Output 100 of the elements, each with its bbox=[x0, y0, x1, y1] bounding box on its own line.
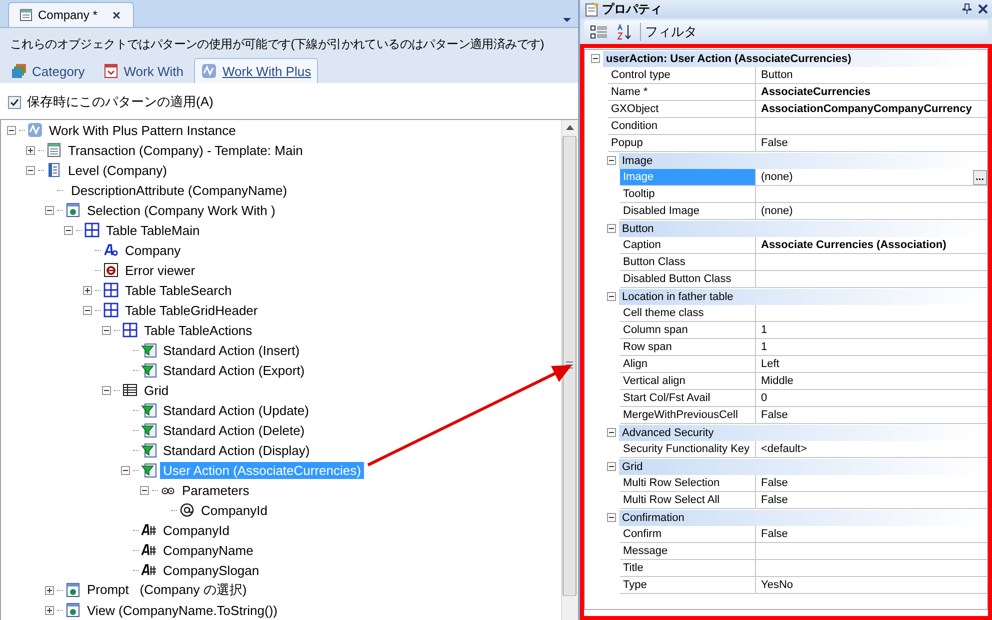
tree-item[interactable]: CompanyId bbox=[160, 522, 232, 538]
property-name[interactable]: Column span bbox=[620, 322, 756, 339]
collapse-toggle[interactable] bbox=[7, 126, 16, 134]
tree-item[interactable]: CompanyId bbox=[198, 502, 270, 518]
property-value[interactable]: False bbox=[756, 492, 987, 509]
expand-toggle[interactable] bbox=[45, 606, 54, 614]
collapse-toggle[interactable] bbox=[607, 292, 616, 301]
tree-item[interactable]: Standard Action (Update) bbox=[160, 402, 312, 418]
tree-item[interactable]: View (CompanyName.ToString()) bbox=[84, 602, 280, 618]
property-name[interactable]: Popup bbox=[608, 135, 756, 152]
property-value[interactable]: 1 bbox=[756, 339, 987, 356]
property-value[interactable]: YesNo bbox=[756, 577, 987, 594]
property-name[interactable]: Caption bbox=[620, 237, 756, 254]
property-value[interactable]: 0 bbox=[756, 390, 987, 407]
tree-item[interactable]: DescriptionAttribute (CompanyName) bbox=[68, 182, 290, 198]
tree-item[interactable]: Standard Action (Insert) bbox=[160, 342, 303, 358]
property-value[interactable]: (none) bbox=[756, 203, 987, 220]
property-name[interactable]: Start Col/Fst Avail bbox=[620, 390, 756, 407]
property-name[interactable]: Multi Row Selection bbox=[620, 475, 756, 492]
tree-item[interactable]: Table TableActions bbox=[141, 322, 256, 338]
property-value[interactable]: False bbox=[756, 526, 987, 543]
collapse-toggle[interactable] bbox=[102, 386, 111, 394]
collapse-toggle[interactable] bbox=[591, 54, 600, 63]
property-value[interactable]: Left bbox=[756, 356, 987, 373]
browse-button[interactable]: ... bbox=[972, 170, 987, 184]
pattern-tab[interactable]: Work With bbox=[96, 58, 190, 83]
property-name[interactable]: Type bbox=[620, 577, 756, 594]
property-name[interactable]: Condition bbox=[608, 118, 756, 135]
collapse-toggle[interactable] bbox=[45, 206, 54, 214]
property-name[interactable]: Cell theme class bbox=[620, 305, 756, 322]
property-value[interactable]: <default> bbox=[756, 441, 987, 458]
property-value[interactable]: (none) ... bbox=[756, 169, 987, 186]
tree-item[interactable]: Prompt (Company の選択) bbox=[84, 580, 250, 600]
expand-toggle[interactable] bbox=[26, 146, 35, 154]
checkbox-label: 保存時にこのパターンの適用(A) bbox=[27, 93, 214, 111]
tree-item[interactable]: Table TableGridHeader bbox=[122, 302, 261, 318]
property-name[interactable]: Vertical align bbox=[620, 373, 756, 390]
property-name[interactable]: Multi Row Select All bbox=[620, 492, 756, 509]
tree-item[interactable]: Work With Plus Pattern Instance bbox=[46, 122, 239, 138]
property-value[interactable]: Middle bbox=[756, 373, 987, 390]
property-name[interactable]: Security Functionality Key bbox=[620, 441, 756, 458]
property-name[interactable]: Disabled Button Class bbox=[620, 271, 756, 288]
tree-item[interactable]: Standard Action (Display) bbox=[160, 442, 313, 458]
property-value[interactable]: Button bbox=[756, 67, 987, 84]
collapse-toggle[interactable] bbox=[607, 462, 616, 471]
filter-label[interactable]: フィルタ bbox=[640, 23, 697, 41]
collapse-toggle[interactable] bbox=[607, 513, 616, 522]
pin-icon[interactable] bbox=[962, 3, 972, 15]
close-icon[interactable] bbox=[978, 3, 988, 15]
property-name[interactable]: Confirm bbox=[620, 526, 756, 543]
property-name[interactable]: Title bbox=[620, 560, 756, 577]
property-value[interactable]: AssociationCompanyCompanyCurrency bbox=[756, 101, 987, 118]
checkbox[interactable] bbox=[8, 96, 21, 108]
property-value[interactable]: Associate Currencies (Association) bbox=[756, 237, 987, 254]
collapse-toggle[interactable] bbox=[83, 306, 92, 314]
tree-item[interactable]: Table TableSearch bbox=[122, 282, 235, 298]
tree-item[interactable]: Company bbox=[122, 242, 184, 258]
expand-toggle[interactable] bbox=[45, 586, 54, 594]
property-value[interactable]: False bbox=[756, 407, 987, 424]
expand-toggle[interactable] bbox=[83, 286, 92, 294]
tree-item[interactable]: Table TableMain bbox=[103, 222, 203, 238]
pattern-tab[interactable]: Category bbox=[4, 58, 92, 83]
collapse-toggle[interactable] bbox=[607, 156, 616, 165]
document-tab[interactable]: Company * × bbox=[8, 2, 134, 27]
tree-item[interactable]: Level (Company) bbox=[65, 162, 170, 178]
property-value[interactable]: AssociateCurrencies bbox=[756, 84, 987, 101]
tree-item[interactable]: CompanyName bbox=[160, 542, 256, 558]
tree-item[interactable]: Standard Action (Delete) bbox=[160, 422, 308, 438]
property-name[interactable]: Button Class bbox=[620, 254, 756, 271]
tree-item[interactable]: Selection (Company Work With ) bbox=[84, 202, 278, 218]
property-name[interactable]: Align bbox=[620, 356, 756, 373]
property-name[interactable]: Control type bbox=[608, 67, 756, 84]
collapse-toggle[interactable] bbox=[26, 166, 35, 174]
collapse-toggle[interactable] bbox=[121, 466, 130, 474]
collapse-toggle[interactable] bbox=[64, 226, 73, 234]
tree-item[interactable]: Error viewer bbox=[122, 262, 198, 278]
funnel-icon bbox=[141, 342, 157, 358]
property-name[interactable]: Tooltip bbox=[620, 186, 756, 203]
scrollbar[interactable] bbox=[561, 120, 578, 620]
scroll-thumb[interactable] bbox=[562, 136, 577, 596]
property-value[interactable]: False bbox=[756, 475, 987, 492]
property-value[interactable]: 1 bbox=[756, 322, 987, 339]
property-value[interactable]: False bbox=[756, 135, 987, 152]
tree-item[interactable]: Parameters bbox=[179, 482, 252, 498]
property-name[interactable]: GXObject bbox=[608, 101, 756, 118]
collapse-toggle[interactable] bbox=[607, 428, 616, 437]
tree-item[interactable]: CompanySlogan bbox=[160, 562, 262, 578]
property-name[interactable]: MergeWithPreviousCell bbox=[620, 407, 756, 424]
property-name[interactable]: Name * bbox=[608, 84, 756, 101]
collapse-toggle[interactable] bbox=[607, 224, 616, 233]
close-button[interactable]: × bbox=[110, 7, 123, 23]
pattern-tab[interactable]: Work With Plus bbox=[194, 58, 318, 83]
property-name[interactable]: Message bbox=[620, 543, 756, 560]
tree-item[interactable]: Standard Action (Export) bbox=[160, 362, 308, 378]
tree-item[interactable]: Grid bbox=[141, 382, 172, 398]
tree-item[interactable]: Transaction (Company) - Template: Main bbox=[65, 142, 306, 158]
property-name[interactable]: Disabled Image bbox=[620, 203, 756, 220]
collapse-toggle[interactable] bbox=[102, 326, 111, 334]
property-name[interactable]: Row span bbox=[620, 339, 756, 356]
collapse-toggle[interactable] bbox=[140, 486, 149, 494]
